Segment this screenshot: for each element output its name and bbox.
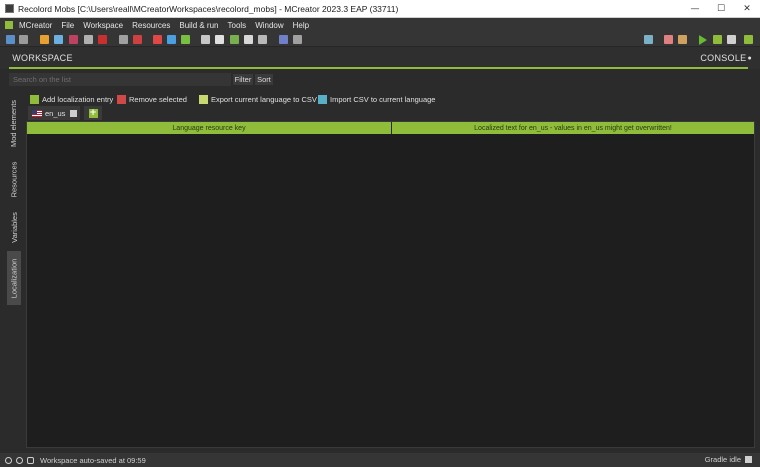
texture-icon[interactable]: [19, 35, 28, 44]
refresh-icon[interactable]: [244, 35, 253, 44]
armor-icon[interactable]: [98, 35, 107, 44]
export-csv-icon: [199, 94, 208, 104]
sidebar-tab-variables[interactable]: Variables: [7, 205, 21, 249]
map-icon[interactable]: [201, 35, 210, 44]
gradle-status-label: Gradle idle: [704, 455, 741, 464]
menu-window[interactable]: Window: [255, 21, 283, 30]
language-tab-en-us[interactable]: en_us: [28, 106, 80, 120]
minimize-button[interactable]: —: [682, 0, 708, 18]
us-flag-icon: [32, 109, 42, 117]
status-message: Workspace auto-saved at 09:59: [40, 455, 146, 465]
sidebar-tab-label: Localization: [9, 258, 19, 298]
import-csv-button[interactable]: Import CSV to current language: [318, 93, 435, 105]
app-icon: [5, 4, 14, 13]
menu-resources[interactable]: Resources: [132, 21, 170, 30]
image-icon[interactable]: [6, 35, 15, 44]
menu-build-run[interactable]: Build & run: [179, 21, 218, 30]
gradle-status-icon: [745, 456, 752, 463]
close-language-icon[interactable]: [70, 109, 78, 117]
hammer-icon[interactable]: [678, 35, 687, 44]
export-icon[interactable]: [744, 35, 753, 44]
toolbar: [0, 32, 760, 47]
close-button[interactable]: ✕: [734, 0, 760, 18]
language-tabs: en_us +: [26, 106, 755, 120]
maximize-button[interactable]: ☐: [708, 0, 734, 18]
sidebar-tab-label: Mod elements: [9, 99, 19, 147]
link-icon[interactable]: [293, 35, 302, 44]
menu-workspace[interactable]: Workspace: [83, 21, 123, 30]
eraser-icon[interactable]: [664, 35, 673, 44]
tab-console[interactable]: CONSOLE ●: [700, 51, 752, 65]
biome-icon[interactable]: [181, 35, 190, 44]
add-icon: [30, 94, 39, 104]
filter-button[interactable]: Filter: [232, 73, 254, 86]
export-label: Export current language to CSV: [211, 94, 317, 104]
menu-file[interactable]: File: [61, 21, 74, 30]
console-tab-label: CONSOLE: [700, 53, 747, 63]
localization-panel: Add localization entry Remove selected E…: [26, 89, 755, 448]
title-bar: Recolord Mobs [C:\Users\reall\MCreatorWo…: [0, 0, 760, 18]
language-tab-label: en_us: [45, 108, 66, 118]
sidebar-tab-localization[interactable]: Localization: [7, 251, 21, 305]
console-dot-icon: ●: [747, 54, 752, 62]
paint-roller-icon[interactable]: [215, 35, 224, 44]
search-input[interactable]: [9, 73, 231, 86]
stop-icon[interactable]: [727, 35, 736, 44]
plant-icon[interactable]: [230, 35, 239, 44]
action-bar: Add localization entry Remove selected E…: [26, 91, 755, 105]
remove-label: Remove selected: [129, 94, 187, 104]
folder-icon[interactable]: [644, 35, 653, 44]
status-bar: Workspace auto-saved at 09:59 Gradle idl…: [0, 453, 760, 467]
remove-selected-button[interactable]: Remove selected: [117, 93, 187, 105]
gear-icon[interactable]: [27, 456, 34, 464]
sidebar-tab-label: Variables: [9, 211, 19, 243]
window-title: Recolord Mobs [C:\Users\reall\MCreatorWo…: [18, 3, 399, 14]
tab-workspace[interactable]: WORKSPACE: [9, 47, 76, 69]
export-csv-button[interactable]: Export current language to CSV: [199, 93, 317, 105]
mcreator-logo-icon: [5, 21, 13, 29]
table-header: Language resource key Localized text for…: [27, 122, 754, 134]
column-localized-text[interactable]: Localized text for en_us - values in en_…: [391, 122, 754, 134]
localization-table[interactable]: Language resource key Localized text for…: [26, 121, 755, 448]
column-language-key[interactable]: Language resource key: [27, 122, 391, 134]
crafting-icon[interactable]: [84, 35, 93, 44]
sidebar-tab-resources[interactable]: Resources: [7, 157, 21, 201]
procedure-icon[interactable]: [279, 35, 288, 44]
menu-help[interactable]: Help: [293, 21, 309, 30]
mod-element-icon[interactable]: [40, 35, 49, 44]
sidebar-tab-mod-elements[interactable]: Mod elements: [7, 93, 21, 153]
add-localization-entry-button[interactable]: Add localization entry: [30, 93, 113, 105]
box-icon[interactable]: [258, 35, 267, 44]
info-icon[interactable]: [5, 456, 12, 464]
import-label: Import CSV to current language: [330, 94, 436, 104]
entity-icon[interactable]: [133, 35, 142, 44]
workspace-header: WORKSPACE CONSOLE ●: [0, 47, 760, 69]
gui-icon[interactable]: [119, 35, 128, 44]
sidebar-tab-label: Resources: [9, 161, 19, 197]
sort-button[interactable]: Sort: [254, 73, 274, 86]
import-csv-icon: [318, 94, 327, 104]
add-entry-label: Add localization entry: [42, 94, 114, 104]
gradle-status: Gradle idle: [705, 455, 752, 464]
menu-bar: MCreator File Workspace Resources Build …: [0, 18, 760, 32]
tag-icon[interactable]: [69, 35, 78, 44]
run-client-icon[interactable]: [699, 35, 707, 45]
add-language-button[interactable]: +: [84, 106, 102, 120]
run-server-icon[interactable]: [713, 35, 722, 44]
structure-icon[interactable]: [167, 35, 176, 44]
bell-icon[interactable]: [16, 456, 23, 464]
remove-icon: [117, 94, 126, 104]
plus-icon: +: [88, 107, 98, 118]
menu-mcreator[interactable]: MCreator: [19, 21, 52, 30]
menu-tools[interactable]: Tools: [228, 21, 247, 30]
paint-icon[interactable]: [54, 35, 63, 44]
side-panel: Mod elements Resources Variables Localiz…: [0, 89, 26, 453]
search-row: Filter Sort: [0, 69, 760, 89]
block-icon[interactable]: [153, 35, 162, 44]
